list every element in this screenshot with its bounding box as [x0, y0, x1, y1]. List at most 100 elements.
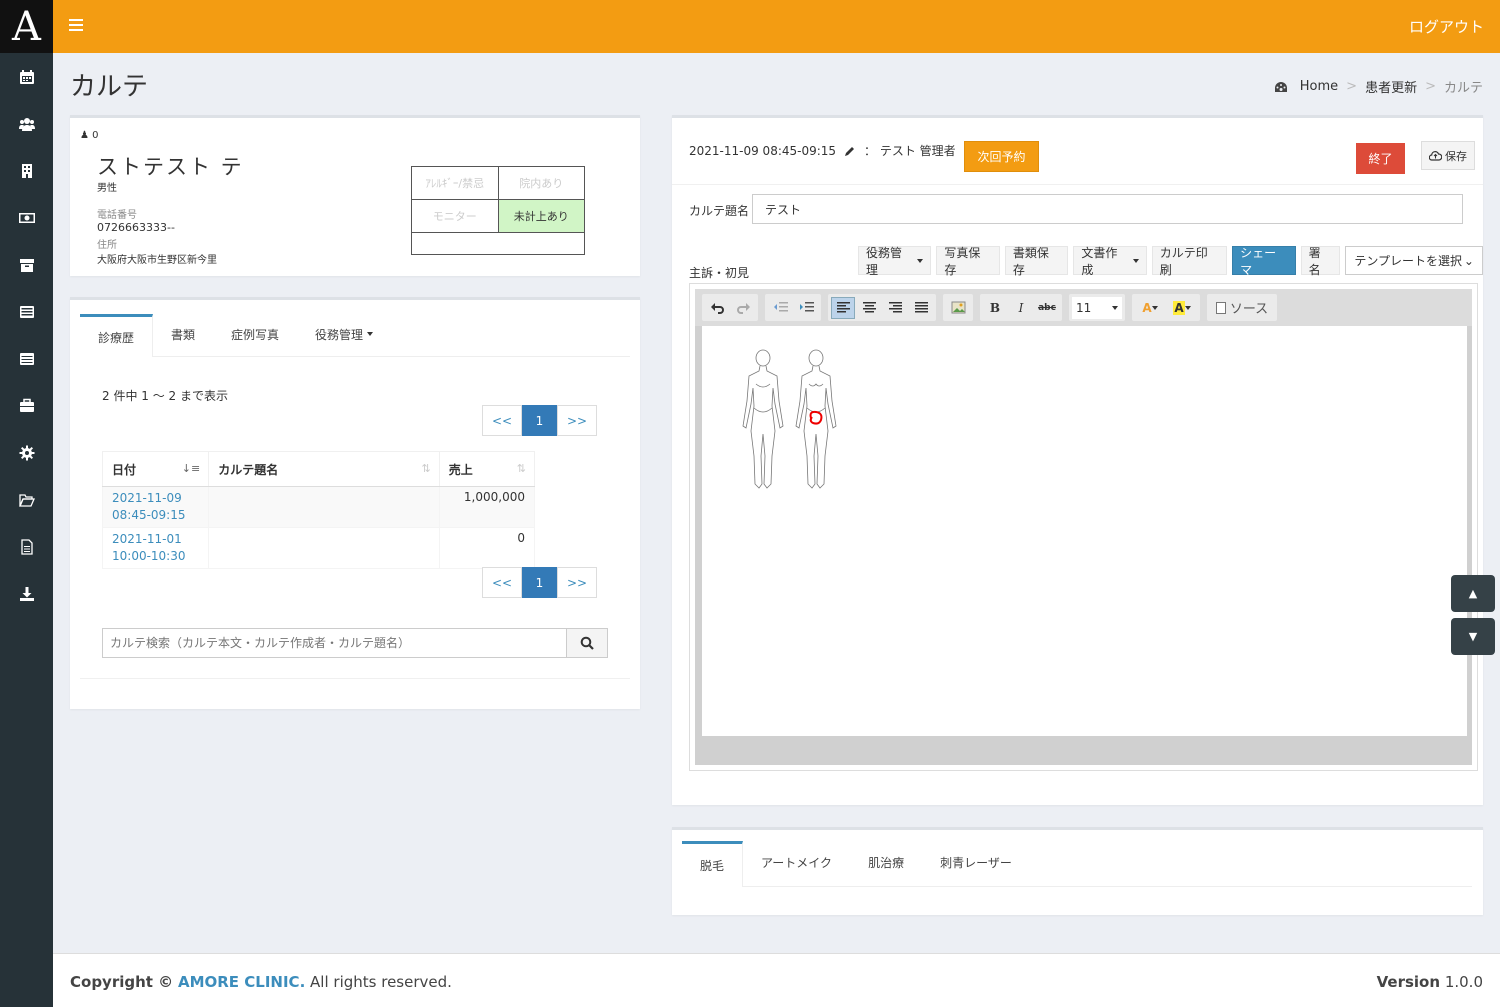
- visit-time: 2021-11-09 08:45-09:15: [689, 143, 837, 158]
- table-row[interactable]: 2021-11-09 08:45-09:15 1,000,000: [101, 486, 536, 528]
- redo-icon[interactable]: [731, 297, 755, 319]
- page-next-button[interactable]: >>: [557, 405, 597, 436]
- address-label: 住所: [97, 240, 117, 251]
- next-appointment-button[interactable]: 次回予約: [964, 141, 1039, 172]
- service-management-dropdown[interactable]: 役務管理: [858, 245, 932, 277]
- bold-button[interactable]: B: [983, 297, 1007, 319]
- caret-down-icon: [1132, 258, 1139, 263]
- menu-toggle-icon[interactable]: [69, 19, 83, 33]
- page-1-button[interactable]: 1: [522, 567, 557, 598]
- col-title[interactable]: カルテ題名 ⇅: [208, 451, 440, 487]
- signature-button[interactable]: 署名: [1300, 246, 1341, 277]
- page-1-button[interactable]: 1: [522, 405, 557, 436]
- gear-icon[interactable]: [0, 429, 53, 476]
- document-save-button[interactable]: 書類保存: [1004, 246, 1069, 277]
- photo-save-button[interactable]: 写真保存: [936, 246, 1000, 277]
- font-size-select[interactable]: 11: [1072, 296, 1122, 319]
- document-create-dropdown[interactable]: 文書作成: [1073, 246, 1147, 277]
- building-icon[interactable]: [0, 147, 53, 194]
- schema-button[interactable]: シェーマ: [1232, 246, 1296, 277]
- divider: [80, 678, 630, 679]
- editor-content-area[interactable]: [702, 326, 1467, 736]
- template-select[interactable]: テンプレートを選択 ⌄: [1345, 246, 1483, 275]
- folder-open-icon[interactable]: [0, 476, 53, 523]
- visit-info: 2021-11-09 08:45-09:15 ： テスト 管理者: [689, 142, 956, 159]
- scroll-up-button[interactable]: ▲: [1451, 575, 1495, 612]
- col-sales[interactable]: 売上 ⇅: [438, 451, 536, 487]
- align-right-icon[interactable]: [883, 297, 907, 319]
- scroll-down-button[interactable]: ▼: [1451, 618, 1495, 655]
- list-icon[interactable]: [0, 288, 53, 335]
- briefcase-icon[interactable]: [0, 382, 53, 429]
- download-icon[interactable]: [0, 570, 53, 617]
- archive-icon[interactable]: [0, 241, 53, 288]
- font-size-group: 11: [1069, 294, 1125, 321]
- karte-print-button[interactable]: カルテ印刷: [1151, 246, 1228, 277]
- row-date: 2021-11-01: [112, 532, 182, 546]
- page-title: カルテ: [70, 72, 149, 102]
- tab-skin-treatment[interactable]: 肌治療: [850, 841, 922, 884]
- calendar-icon[interactable]: [0, 53, 53, 100]
- table-row[interactable]: 2021-11-01 10:00-10:30 0: [101, 527, 536, 569]
- end-button[interactable]: 終了: [1356, 143, 1405, 174]
- history-tabs: 診療歴 書類 症例写真 役務管理: [80, 314, 630, 357]
- karte-search-input[interactable]: [102, 628, 567, 658]
- indent-icon[interactable]: [794, 297, 818, 319]
- tab-documents[interactable]: 書類: [153, 314, 213, 354]
- breadcrumb-home[interactable]: Home: [1300, 79, 1338, 94]
- source-icon: [1215, 301, 1226, 314]
- image-icon[interactable]: [946, 297, 970, 319]
- col-date[interactable]: 日付 ↓≡: [101, 451, 210, 487]
- flag-empty-row: [411, 232, 585, 255]
- app-logo[interactable]: A: [0, 0, 53, 53]
- patient-sex: 男性: [97, 183, 117, 194]
- money-icon[interactable]: [0, 194, 53, 241]
- breadcrumb-current: カルテ: [1443, 81, 1483, 96]
- align-center-icon[interactable]: [857, 297, 881, 319]
- save-button[interactable]: 保存: [1421, 141, 1475, 170]
- tab-history[interactable]: 診療歴: [80, 314, 154, 357]
- document-icon[interactable]: [0, 523, 53, 570]
- row-sales: 0: [438, 527, 536, 569]
- outdent-icon[interactable]: [768, 297, 792, 319]
- karte-editor-panel: 2021-11-09 08:45-09:15 ： テスト 管理者 次回予約 終了…: [672, 115, 1483, 805]
- page-prev-button[interactable]: <<: [482, 405, 522, 436]
- undo-icon[interactable]: [705, 297, 729, 319]
- italic-button[interactable]: I: [1009, 297, 1033, 319]
- tab-case-photos[interactable]: 症例写真: [213, 314, 297, 354]
- page-prev-button[interactable]: <<: [482, 567, 522, 598]
- brand-link[interactable]: AMORE CLINIC.: [178, 973, 305, 991]
- users-icon[interactable]: [0, 100, 53, 147]
- caret-down-icon: [1184, 305, 1191, 310]
- table-icon[interactable]: [0, 335, 53, 382]
- align-left-icon[interactable]: [831, 296, 855, 319]
- tab-service-management[interactable]: 役務管理: [297, 314, 391, 354]
- highlight-color-icon[interactable]: A: [1167, 297, 1197, 319]
- col-date-label: 日付: [112, 462, 137, 477]
- history-panel: 診療歴 書類 症例写真 役務管理 2 件中 1 ～ 2 まで表示 << 1 >>…: [70, 297, 640, 709]
- font-size-value: 11: [1076, 300, 1092, 315]
- breadcrumb-separator: >: [1346, 79, 1358, 94]
- karte-title-label: カルテ題名: [689, 204, 750, 218]
- row-date-link[interactable]: 2021-11-01 10:00-10:30: [101, 527, 210, 569]
- align-justify-icon[interactable]: [909, 297, 933, 319]
- footer: Copyright © AMORE CLINIC. All rights res…: [53, 953, 1500, 1007]
- sort-icon: ⇅: [516, 462, 526, 475]
- logout-link[interactable]: ログアウト: [1409, 16, 1484, 37]
- text-color-icon[interactable]: A: [1135, 297, 1165, 319]
- breadcrumb-patient-update[interactable]: 患者更新: [1365, 77, 1417, 96]
- source-button[interactable]: ソース: [1210, 297, 1274, 319]
- tab-tattoo-laser[interactable]: 刺青レーザー: [922, 841, 1030, 884]
- template-select-label: テンプレートを選択: [1354, 254, 1462, 268]
- karte-title-input[interactable]: テスト: [752, 194, 1463, 224]
- page-next-button[interactable]: >>: [557, 567, 597, 598]
- tab-art-make[interactable]: アートメイク: [743, 841, 850, 884]
- search-button[interactable]: [567, 628, 608, 658]
- row-date-link[interactable]: 2021-11-09 08:45-09:15: [101, 486, 210, 528]
- sort-icon: ⇅: [421, 462, 431, 475]
- breadcrumb: Home > 患者更新 > カルテ: [1274, 77, 1483, 96]
- breadcrumb-separator: >: [1425, 79, 1436, 94]
- strikethrough-button[interactable]: abc: [1035, 297, 1059, 319]
- tab-hair-removal[interactable]: 脱毛: [682, 841, 744, 887]
- service-label: 役務管理: [866, 245, 903, 277]
